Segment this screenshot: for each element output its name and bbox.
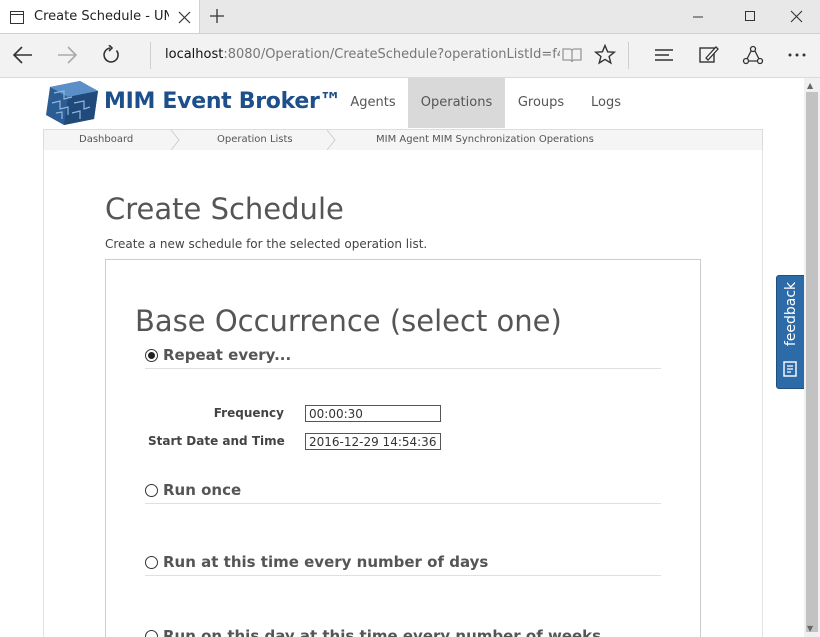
radio-every-number-of-weeks[interactable] <box>145 630 158 637</box>
feedback-icon <box>783 361 797 381</box>
more-options-icon[interactable] <box>786 45 808 69</box>
frequency-label: Frequency <box>213 406 284 420</box>
nav-groups[interactable]: Groups <box>505 78 577 128</box>
reading-view-icon[interactable] <box>561 45 583 69</box>
close-window-icon[interactable] <box>790 8 803 27</box>
maximize-icon[interactable] <box>744 8 756 27</box>
page-viewport: MIM Event Broker™ Agents Operations Grou… <box>0 78 804 637</box>
start-datetime-label: Start Date and Time <box>148 434 285 448</box>
share-icon[interactable] <box>742 45 764 69</box>
option-label: Run at this time every number of days <box>163 553 489 571</box>
vertical-scrollbar[interactable]: ▲ ▼ <box>804 78 820 637</box>
radio-repeat-every[interactable] <box>145 349 158 362</box>
hub-icon[interactable] <box>653 45 675 69</box>
page-subtitle: Create a new schedule for the selected o… <box>105 237 428 251</box>
nav-agents[interactable]: Agents <box>339 78 407 128</box>
url-input[interactable]: localhost:8080/Operation/CreateSchedule?… <box>150 42 629 69</box>
scrollbar-thumb[interactable] <box>806 92 818 632</box>
breadcrumb-current-list[interactable]: MIM Agent MIM Synchronization Operations <box>376 134 594 145</box>
scroll-down-icon[interactable]: ▼ <box>807 624 813 633</box>
tab-title: Create Schedule - UNIF <box>34 9 169 24</box>
option-run-once[interactable]: Run once <box>145 481 661 504</box>
close-tab-icon[interactable] <box>178 9 191 28</box>
nav-logs[interactable]: Logs <box>577 78 635 128</box>
breadcrumb-operation-lists[interactable]: Operation Lists <box>217 134 293 145</box>
nav-operations[interactable]: Operations <box>408 78 505 128</box>
web-note-icon[interactable] <box>698 45 720 69</box>
browser-tab-bar: Create Schedule - UNIF <box>0 0 820 34</box>
logo-text[interactable]: MIM Event Broker™ <box>104 89 342 114</box>
radio-every-number-of-days[interactable] <box>145 556 158 569</box>
browser-address-bar: localhost:8080/Operation/CreateSchedule?… <box>0 34 820 78</box>
option-repeat-every[interactable]: Repeat every... <box>145 346 661 369</box>
option-label: Repeat every... <box>163 346 292 364</box>
page-icon <box>10 9 24 28</box>
section-title: Base Occurrence (select one) <box>135 304 562 338</box>
new-tab-icon[interactable] <box>209 8 225 28</box>
browser-tab[interactable]: Create Schedule - UNIF <box>0 0 200 33</box>
breadcrumb-dashboard[interactable]: Dashboard <box>79 134 133 145</box>
option-every-number-of-days[interactable]: Run at this time every number of days <box>145 553 661 576</box>
site-navbar: MIM Event Broker™ Agents Operations Grou… <box>0 78 804 128</box>
logo-icon[interactable] <box>44 79 100 131</box>
refresh-icon[interactable] <box>101 44 121 69</box>
start-datetime-input[interactable]: 2016-12-29 14:54:36 <box>305 433 441 450</box>
radio-run-once[interactable] <box>145 484 158 497</box>
url-text: localhost:8080/Operation/CreateSchedule?… <box>165 47 560 62</box>
forward-arrow-icon[interactable] <box>56 45 78 69</box>
option-label: Run once <box>163 481 242 499</box>
back-arrow-icon[interactable] <box>12 45 34 69</box>
feedback-button[interactable]: feedback <box>776 275 804 389</box>
scroll-up-icon[interactable]: ▲ <box>807 81 813 90</box>
breadcrumb: Dashboard Operation Lists MIM Agent MIM … <box>43 129 763 151</box>
favorite-star-icon[interactable] <box>593 43 617 69</box>
toolbar-divider <box>628 42 629 69</box>
frequency-input[interactable]: 00:00:30 <box>305 405 441 422</box>
feedback-label: feedback <box>783 281 799 347</box>
option-label: Run on this day at this time every numbe… <box>163 627 602 637</box>
page-title: Create Schedule <box>105 192 344 226</box>
option-every-number-of-weeks[interactable]: Run on this day at this time every numbe… <box>145 627 661 637</box>
minimize-icon[interactable] <box>692 8 704 27</box>
